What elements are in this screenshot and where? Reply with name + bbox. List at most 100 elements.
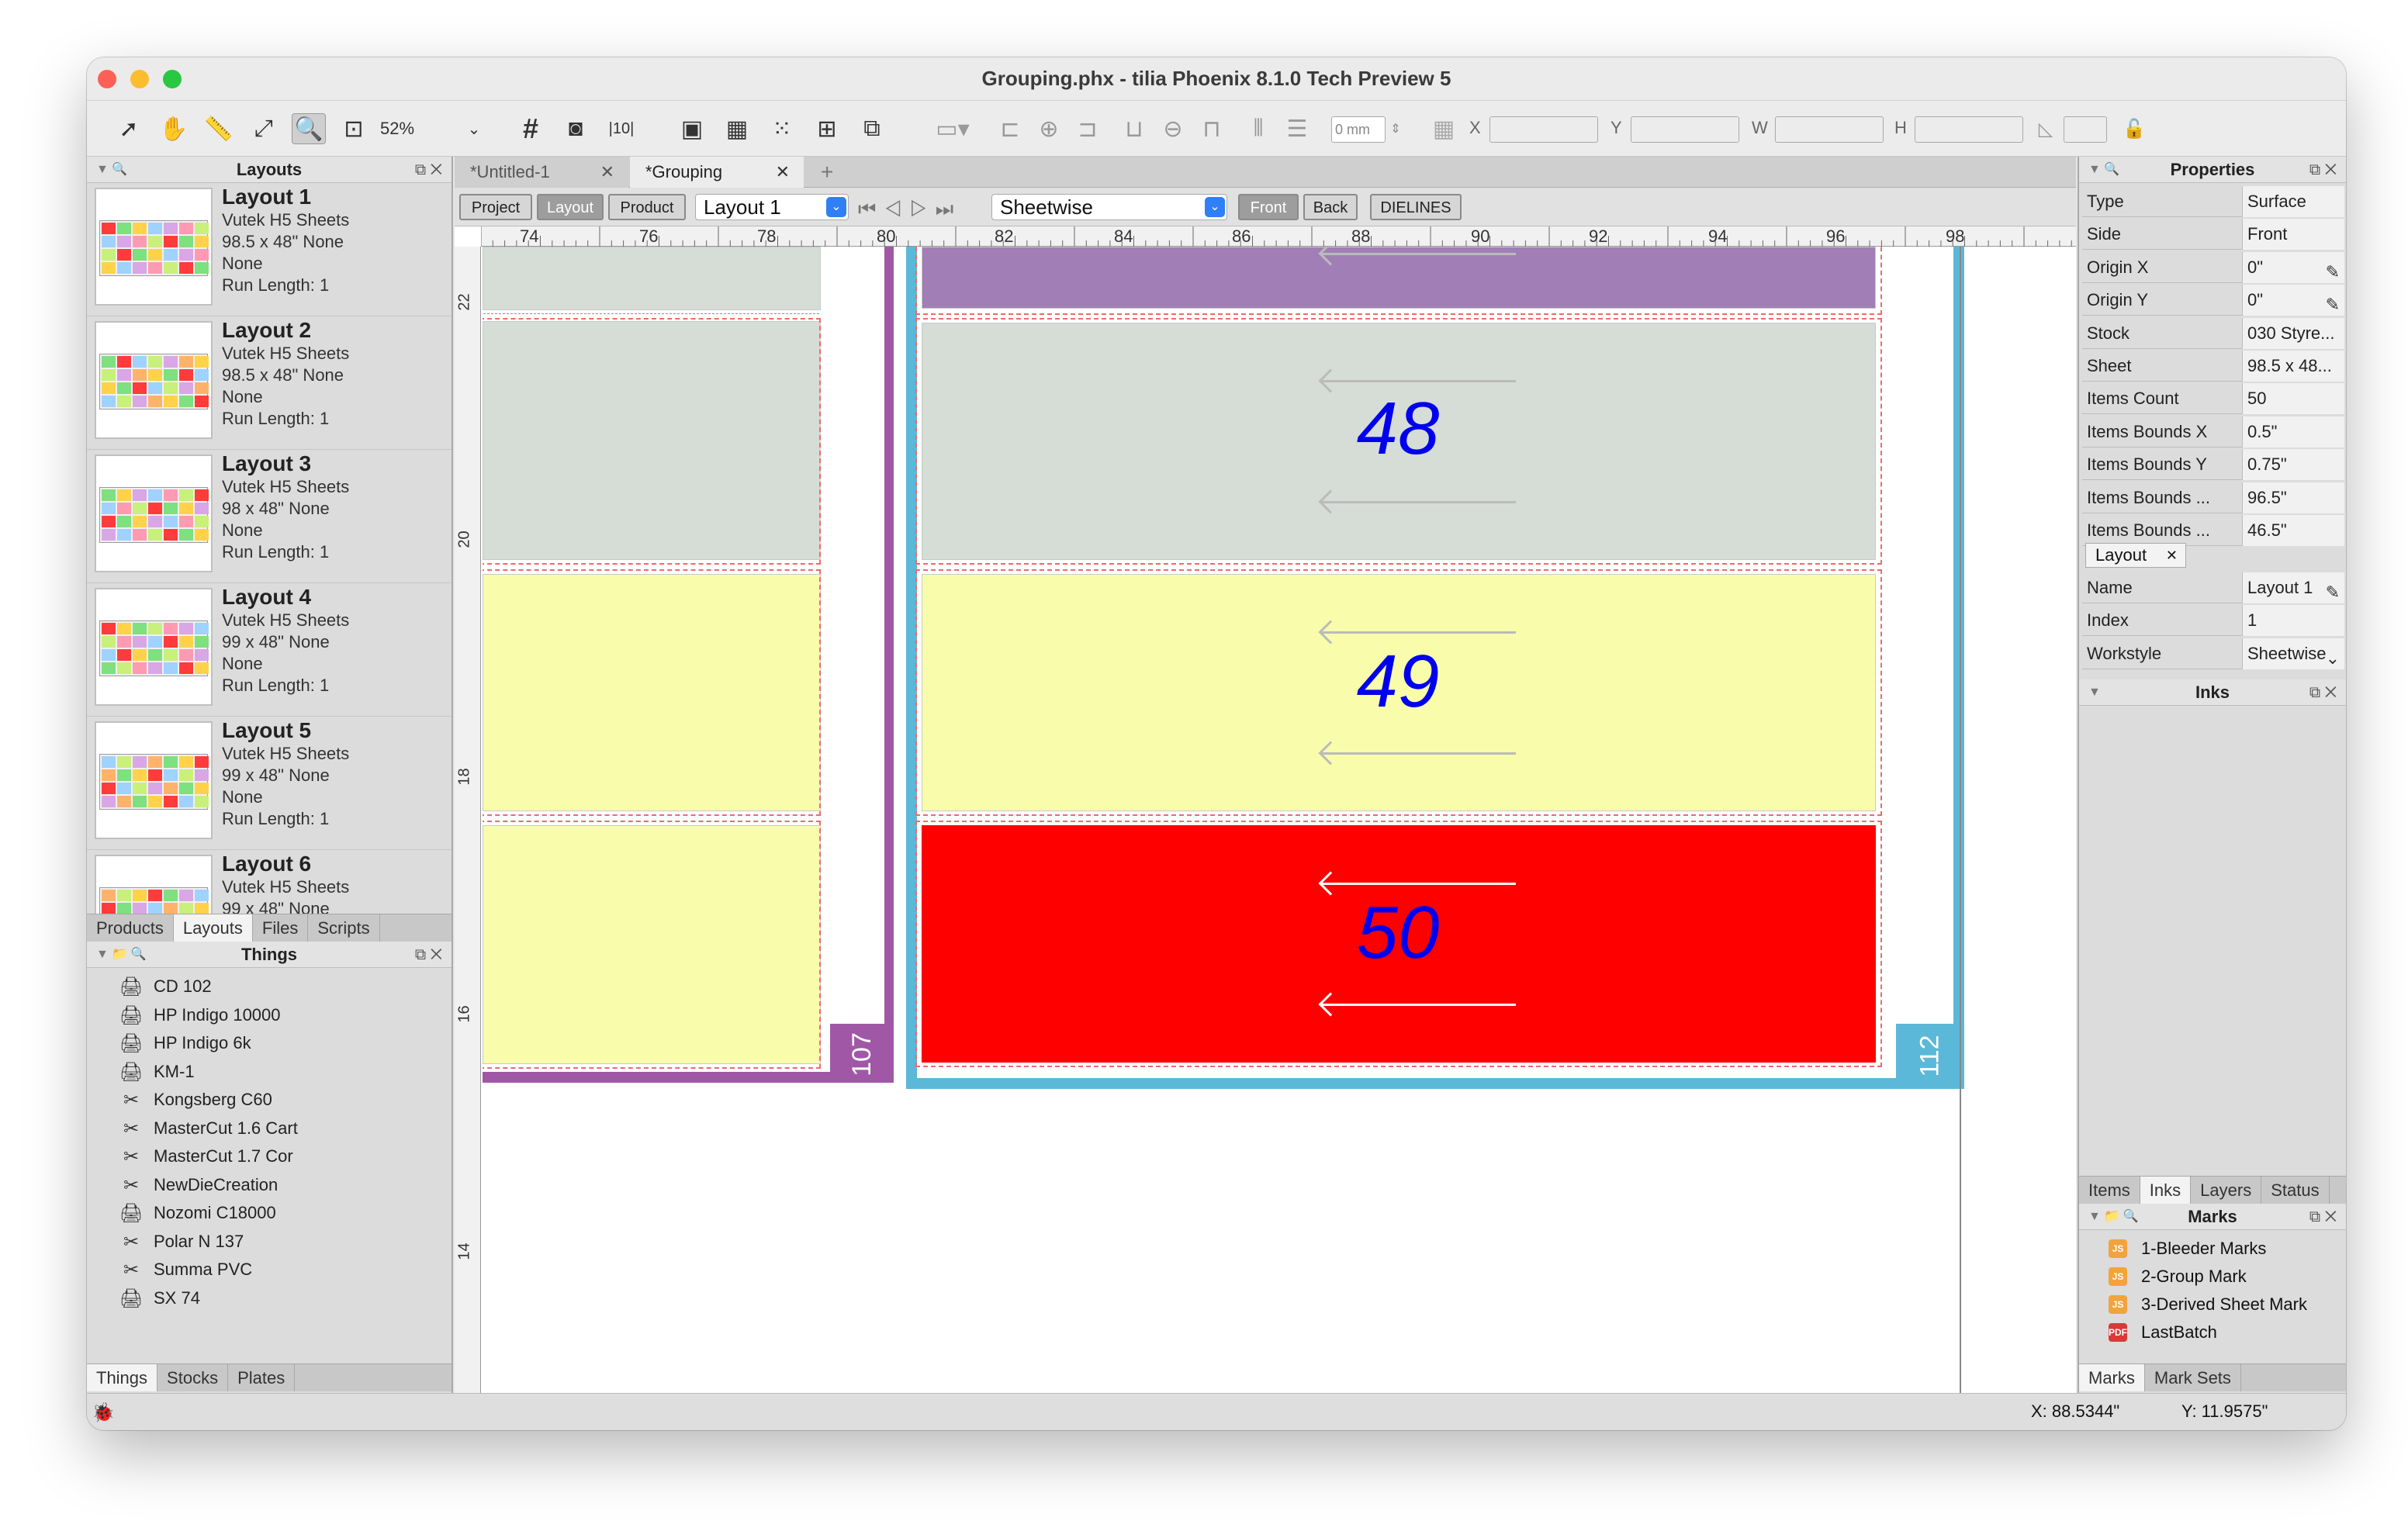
property-value[interactable]: 0.75" bbox=[2242, 449, 2344, 481]
layout-select[interactable]: Layout 1 ⌄ bbox=[695, 194, 849, 220]
things-collapse-icon[interactable]: ▼ 📁 🔍 bbox=[96, 942, 147, 968]
thing-item[interactable]: 🖨 CD 102 bbox=[118, 973, 212, 1001]
frame-icon[interactable]: ▣ bbox=[676, 113, 708, 144]
ruler-10-icon[interactable]: |10| bbox=[602, 113, 641, 144]
y-input[interactable] bbox=[1631, 116, 1739, 143]
mark-item[interactable]: PDF LastBatch bbox=[2109, 1318, 2217, 1346]
mark-item[interactable]: JS 2-Group Mark bbox=[2109, 1263, 2247, 1291]
select-arrow-icon[interactable]: ➚ bbox=[113, 113, 144, 144]
tab-plates[interactable]: Plates bbox=[228, 1364, 296, 1391]
tab-status[interactable]: Status bbox=[2261, 1177, 2330, 1204]
tab-layers[interactable]: Layers bbox=[2191, 1177, 2262, 1204]
properties-collapse-icon[interactable]: ▼ 🔍 bbox=[2088, 157, 2119, 183]
grid-hash-icon[interactable]: # bbox=[515, 112, 546, 144]
align-right-icon[interactable]: ⊐ bbox=[1072, 113, 1103, 144]
chevron-down-icon[interactable]: ⌄ bbox=[2326, 643, 2340, 674]
distribute-h-icon[interactable]: ⫴ bbox=[1243, 113, 1274, 144]
h-input[interactable] bbox=[1915, 116, 2023, 143]
grid-dots-icon[interactable]: ⁙ bbox=[766, 113, 797, 144]
bug-icon[interactable]: 🐞 bbox=[92, 1401, 115, 1424]
property-value[interactable]: 46.5" bbox=[2242, 515, 2344, 546]
mark-item[interactable]: JS 3-Derived Sheet Mark bbox=[2109, 1291, 2307, 1318]
layout-view-button[interactable]: Layout bbox=[537, 194, 604, 220]
property-value[interactable]: 0.5" bbox=[2242, 416, 2344, 448]
tab-items[interactable]: Items bbox=[2079, 1177, 2140, 1204]
layout-nav-icons[interactable]: ⏮◁▷⏭ bbox=[858, 197, 961, 222]
hand-tool-icon[interactable]: ✋ bbox=[158, 113, 189, 144]
layout-list-item[interactable]: Layout 4 Vutek H5 Sheets 99 x 48" None None… bbox=[87, 583, 452, 717]
tab-files[interactable]: Files bbox=[253, 914, 309, 942]
close-icon[interactable]: ✕ bbox=[2166, 544, 2178, 567]
rotation-input[interactable] bbox=[2064, 116, 2107, 143]
layout-list-item[interactable]: Layout 5 Vutek H5 Sheets 99 x 48" None None… bbox=[87, 717, 452, 850]
measure-tool-icon[interactable]: 📏 bbox=[203, 113, 234, 144]
front-side-button[interactable]: Front bbox=[1238, 194, 1299, 220]
spacing-stepper-icon[interactable]: ⇕ bbox=[1387, 113, 1404, 144]
thing-item[interactable]: ✂ Summa PVC bbox=[118, 1256, 252, 1284]
project-view-button[interactable]: Project bbox=[459, 194, 532, 220]
layout-list-item[interactable]: Layout 1 Vutek H5 Sheets 98.5 x 48" None No… bbox=[87, 183, 452, 316]
thing-item[interactable]: ✂ Kongsberg C60 bbox=[118, 1086, 272, 1114]
property-value[interactable]: 98.5 x 48... bbox=[2242, 351, 2344, 382]
zoom-dropdown-icon[interactable]: ⌄ bbox=[464, 113, 484, 144]
marks-collapse-icon[interactable]: ▼ 📁 🔍 bbox=[2088, 1204, 2139, 1230]
thing-item[interactable]: 🖨 SX 74 bbox=[118, 1284, 200, 1312]
grid-icon[interactable]: ▦ bbox=[721, 113, 752, 144]
tab-things[interactable]: Things bbox=[87, 1364, 158, 1391]
things-close-icon[interactable]: ⧉ ✕ bbox=[415, 942, 442, 968]
doc-tab-close-icon[interactable]: ✕ bbox=[776, 157, 790, 188]
w-input[interactable] bbox=[1775, 116, 1884, 143]
doc-tab-close-icon[interactable]: ✕ bbox=[600, 157, 614, 188]
thing-item[interactable]: 🖨 HP Indigo 6k bbox=[118, 1029, 251, 1057]
spacing-input[interactable]: 0 mm bbox=[1331, 116, 1386, 143]
layout-section-tab[interactable]: Layout ✕ bbox=[2085, 543, 2186, 568]
pencil-icon[interactable]: ✎ bbox=[2326, 257, 2340, 288]
doc-tab-untitled[interactable]: *Untitled-1 ✕ bbox=[455, 157, 628, 188]
rect-dropdown-icon[interactable]: ▭▾ bbox=[929, 113, 976, 144]
inks-close-icon[interactable]: ⧉ ✕ bbox=[2309, 679, 2337, 706]
thing-item[interactable]: ✂ NewDieCreation bbox=[118, 1171, 278, 1199]
align-middle-icon[interactable]: ⊖ bbox=[1157, 113, 1188, 144]
tab-inks[interactable]: Inks bbox=[2140, 1177, 2192, 1204]
layout-list-item[interactable]: Layout 2 Vutek H5 Sheets 98.5 x 48" None No… bbox=[87, 316, 452, 450]
zoom-tool-icon[interactable]: 🔍 bbox=[292, 113, 326, 144]
inks-collapse-icon[interactable]: ▼ bbox=[2088, 679, 2101, 706]
thing-item[interactable]: 🖨 Nozomi C18000 bbox=[118, 1199, 276, 1227]
align-bottom-icon[interactable]: ⊔ bbox=[1119, 113, 1150, 144]
tab-scripts[interactable]: Scripts bbox=[308, 914, 380, 942]
add-tab-button[interactable]: + bbox=[805, 157, 844, 188]
thing-item[interactable]: 🖨 HP Indigo 10000 bbox=[118, 1001, 281, 1029]
thing-item[interactable]: ✂ MasterCut 1.7 Cor bbox=[118, 1142, 293, 1170]
pencil-icon[interactable]: ✎ bbox=[2326, 577, 2340, 608]
thing-item[interactable]: 🖨 KM-1 bbox=[118, 1058, 195, 1086]
crosshair-icon[interactable]: ⊞ bbox=[811, 113, 842, 144]
camera-icon[interactable]: ◙ bbox=[560, 113, 591, 144]
properties-close-icon[interactable]: ⧉ ✕ bbox=[2309, 157, 2337, 183]
step-repeat-icon[interactable]: ▦ bbox=[1424, 113, 1463, 144]
back-side-button[interactable]: Back bbox=[1303, 194, 1358, 220]
tab-products[interactable]: Products bbox=[87, 914, 174, 942]
tab-marks[interactable]: Marks bbox=[2079, 1364, 2145, 1391]
layout-canvas[interactable]: 107 112 48 49 50 bbox=[483, 247, 2076, 1393]
property-value[interactable]: 96.5" bbox=[2242, 482, 2344, 513]
marks-close-icon[interactable]: ⧉ ✕ bbox=[2309, 1204, 2337, 1230]
dielines-button[interactable]: DIELINES bbox=[1370, 194, 1462, 220]
zoom-level[interactable]: 52% bbox=[380, 113, 427, 144]
property-value[interactable]: 50 bbox=[2242, 383, 2344, 415]
doc-tab-grouping[interactable]: *Grouping ✕ bbox=[630, 157, 804, 188]
layout-list-item[interactable]: Layout 3 Vutek H5 Sheets 98 x 48" None None… bbox=[87, 450, 452, 583]
property-value[interactable]: 030 Styre... bbox=[2242, 317, 2344, 349]
thing-item[interactable]: ✂ Polar N 137 bbox=[118, 1228, 244, 1256]
align-top-icon[interactable]: ⊓ bbox=[1196, 113, 1227, 144]
property-value[interactable]: Surface bbox=[2242, 186, 2344, 217]
x-input[interactable] bbox=[1489, 116, 1598, 143]
align-center-icon[interactable]: ⊕ bbox=[1033, 113, 1064, 144]
align-left-icon[interactable]: ⊏ bbox=[995, 113, 1026, 144]
product-view-button[interactable]: Product bbox=[608, 194, 686, 220]
item-gray-top-left[interactable] bbox=[483, 247, 821, 310]
thing-item[interactable]: ✂ MasterCut 1.6 Cart bbox=[118, 1115, 298, 1142]
distribute-v-icon[interactable]: ☰ bbox=[1282, 113, 1313, 144]
property-value[interactable]: Front bbox=[2242, 219, 2344, 251]
lock-icon[interactable]: 🔓 bbox=[2123, 113, 2146, 144]
panel-close-icon[interactable]: ⧉ ✕ bbox=[415, 157, 442, 183]
